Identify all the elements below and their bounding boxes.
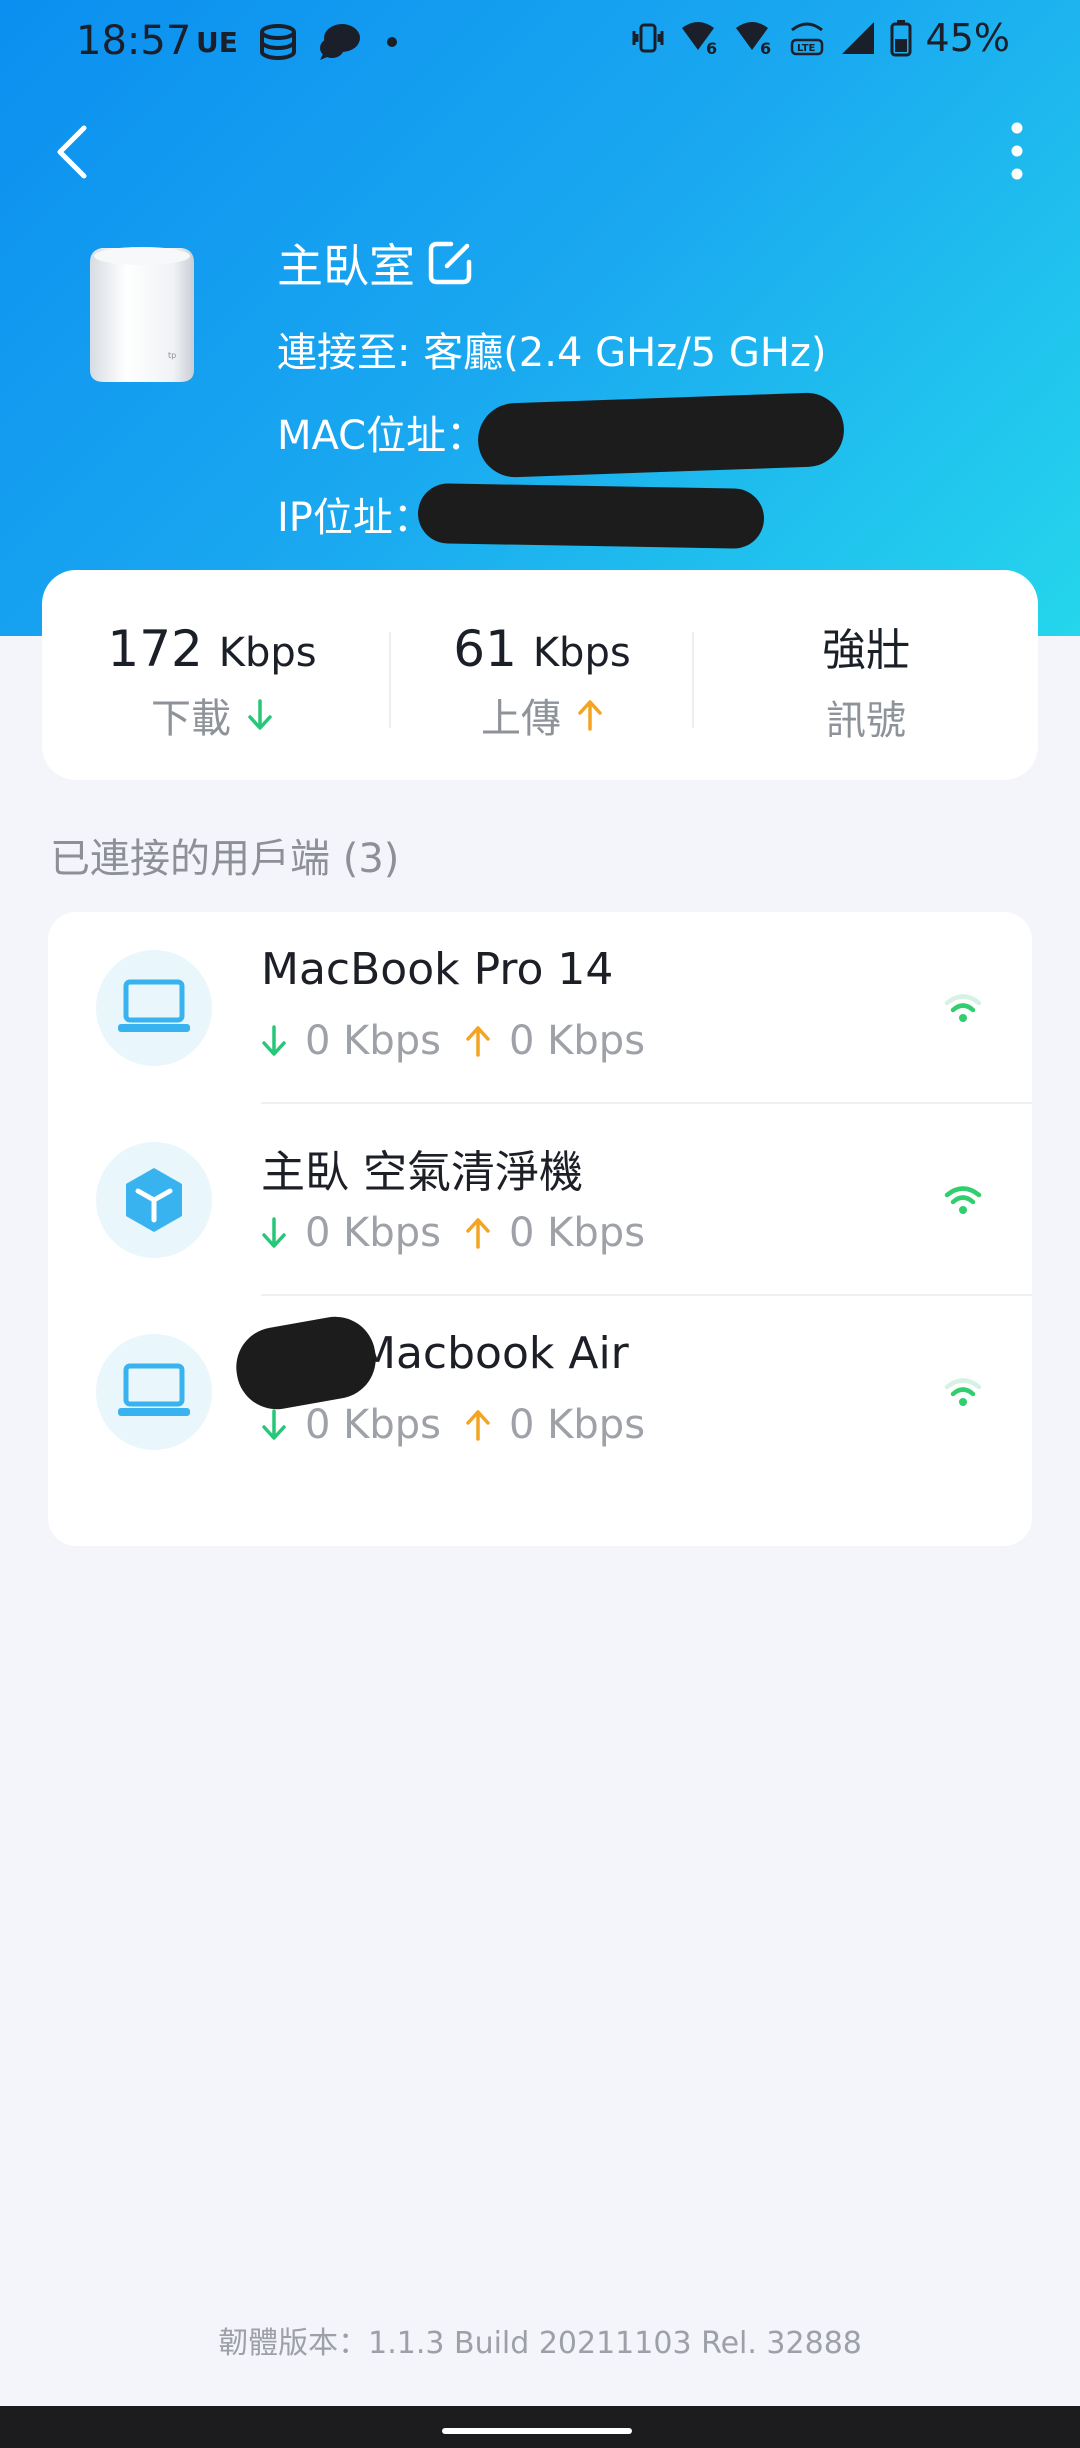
signal-label: 訊號: [826, 698, 906, 744]
wifi6-icon: 6: [681, 22, 717, 56]
download-arrow-icon: [262, 1409, 286, 1440]
signal-value: 強壯: [822, 625, 910, 676]
download-unit: Kbps: [218, 630, 317, 676]
client-row[interactable]: Macbook Air 0 Kbps 0 Kbps: [48, 1296, 1032, 1488]
client-name: 主臥 空氣清淨機: [261, 1147, 583, 1198]
download-value: 172: [107, 620, 203, 678]
upload-arrow-icon: [578, 700, 602, 731]
client-upload-rate: 0 Kbps: [509, 1210, 646, 1256]
edit-icon[interactable]: [425, 238, 475, 288]
laptop-icon: [118, 979, 190, 1032]
messenger-icon: [319, 24, 360, 60]
upload-label: 上傳: [481, 696, 561, 742]
upload-arrow-icon: [466, 1410, 490, 1441]
upload-unit: Kbps: [532, 630, 631, 676]
wifi-signal-icon: [944, 1378, 982, 1406]
mac-redaction: [476, 391, 846, 479]
ip-label: IP位址：: [277, 495, 433, 541]
svg-text:6: 6: [760, 39, 771, 56]
client-name: Macbook Air: [358, 1328, 629, 1379]
traffic-stats-card: 172 Kbps 下載 61 Kbps 上傳 強壯 訊號: [42, 570, 1038, 780]
upload-arrow-icon: [466, 1218, 490, 1249]
svg-text:LTE: LTE: [797, 43, 816, 54]
wifi6-icon: 6: [735, 22, 771, 56]
status-left-icons: UE: [196, 22, 402, 62]
carrier-icon: UE: [196, 25, 238, 59]
download-stat: 172 Kbps 下載: [42, 620, 382, 744]
client-rates: 0 Kbps 0 Kbps: [261, 1402, 645, 1448]
upload-stat: 61 Kbps 上傳: [392, 620, 692, 744]
connected-clients-title: 已連接的用戶端 (3): [50, 836, 400, 882]
wifi-signal-icon: [944, 1186, 982, 1214]
home-gesture-handle[interactable]: [442, 2428, 632, 2434]
status-bar: 18:57 UE 6 6 LTE 45%: [0, 0, 1080, 86]
client-download-rate: 0 Kbps: [305, 1018, 442, 1064]
download-arrow-icon: [262, 1025, 286, 1056]
client-download-rate: 0 Kbps: [305, 1402, 442, 1448]
more-options-icon[interactable]: [1000, 118, 1034, 184]
client-name: MacBook Pro 14: [261, 944, 614, 995]
stat-divider: [389, 632, 391, 728]
status-right-icons: 6 6 LTE 45%: [630, 16, 1010, 60]
client-avatar: [96, 1142, 212, 1258]
client-rates: 0 Kbps 0 Kbps: [261, 1210, 645, 1256]
download-arrow-icon: [262, 1217, 286, 1248]
battery-icon: [890, 20, 912, 57]
deco-router-image: tp: [90, 247, 194, 382]
wifi-signal-icon: [944, 994, 982, 1022]
device-title-row: 主臥室: [277, 230, 475, 296]
firmware-version: 韌體版本：1.1.3 Build 20211103 Rel. 32888: [218, 2326, 862, 2361]
system-nav-bar: [0, 2406, 1080, 2448]
connected-to-text: 連接至: 客廳(2.4 GHz/5 GHz): [277, 330, 827, 376]
client-download-rate: 0 Kbps: [305, 1210, 442, 1256]
client-row[interactable]: 主臥 空氣清淨機 0 Kbps 0 Kbps: [48, 1104, 1032, 1296]
data-saver-icon: [259, 24, 296, 61]
client-upload-rate: 0 Kbps: [509, 1402, 646, 1448]
ip-redaction: [417, 482, 765, 550]
dot-icon: [386, 37, 397, 47]
volte-icon: LTE: [790, 22, 823, 56]
status-time: 18:57: [76, 18, 192, 64]
smart-device-icon: [126, 1168, 182, 1232]
download-label: 下載: [151, 696, 231, 742]
cell-signal-icon: [841, 22, 874, 54]
client-row[interactable]: MacBook Pro 14 0 Kbps 0 Kbps: [48, 912, 1032, 1104]
client-avatar: [96, 1334, 212, 1450]
battery-percent: 45%: [925, 16, 1010, 60]
client-rates: 0 Kbps 0 Kbps: [261, 1018, 645, 1064]
vibrate-icon: [632, 23, 664, 53]
name-redaction: [229, 1310, 383, 1416]
svg-text:6: 6: [706, 39, 717, 56]
svg-text:tp: tp: [168, 351, 176, 360]
client-upload-rate: 0 Kbps: [509, 1018, 646, 1064]
client-avatar: [96, 950, 212, 1066]
upload-value: 61: [453, 620, 517, 678]
mac-label: MAC位址：: [277, 413, 487, 459]
laptop-icon: [118, 1363, 190, 1416]
upload-arrow-icon: [466, 1026, 490, 1057]
signal-stat: 強壯 訊號: [694, 614, 1038, 746]
download-arrow-icon: [248, 699, 272, 730]
device-name: 主臥室: [277, 239, 415, 293]
clients-list: MacBook Pro 14 0 Kbps 0 Kbps 主臥 空氣清淨機 0 …: [48, 912, 1032, 1546]
back-icon[interactable]: [48, 120, 96, 184]
